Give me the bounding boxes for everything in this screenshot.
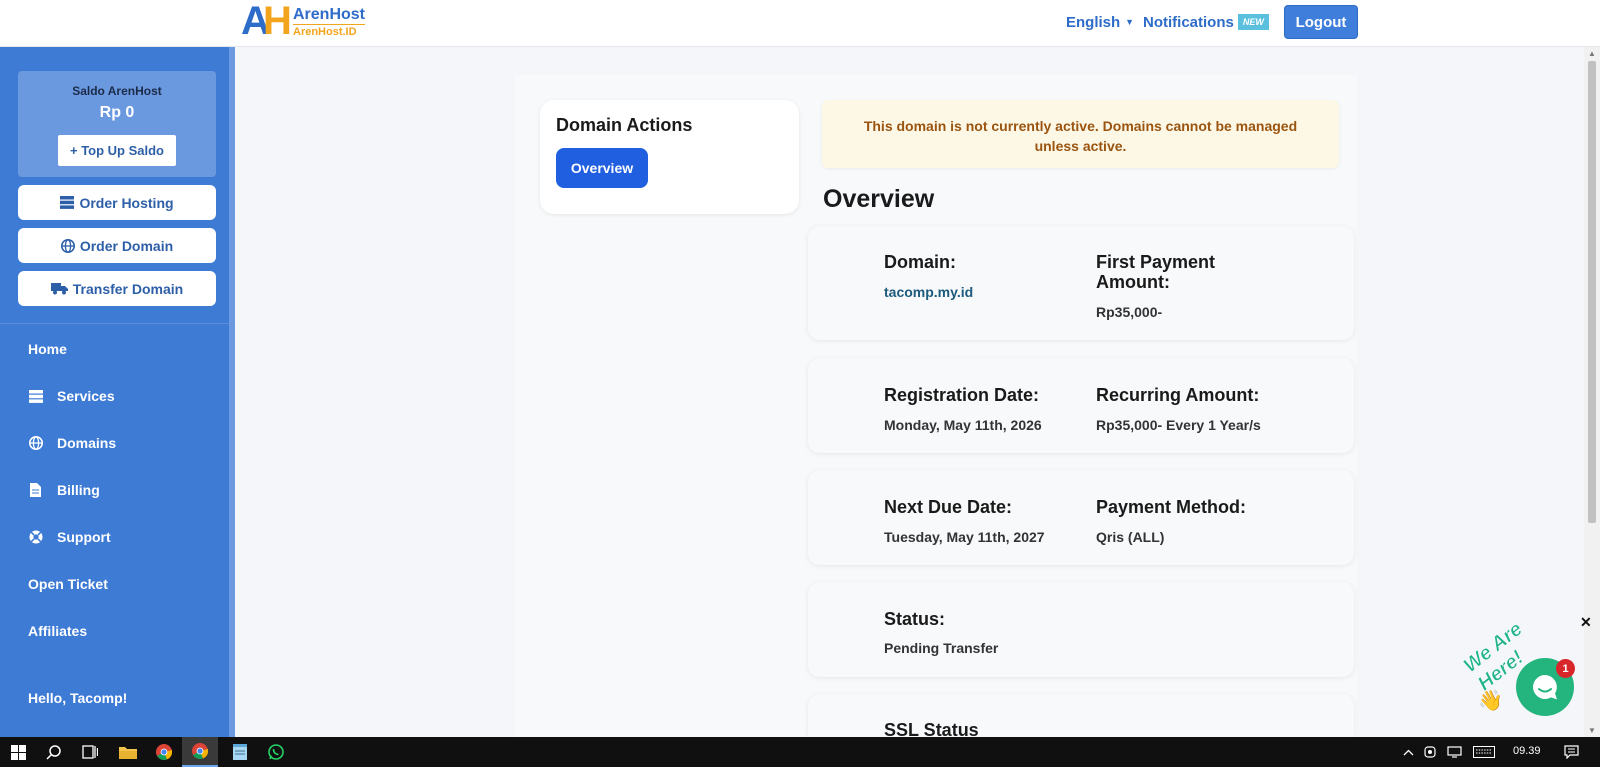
sidebar-item-affiliates[interactable]: Affiliates — [28, 623, 87, 639]
scroll-down-icon[interactable]: ▼ — [1588, 726, 1596, 735]
overview-card-domain: Domain: tacomp.my.id First Payment Amoun… — [808, 226, 1354, 340]
file-explorer-icon[interactable] — [110, 737, 146, 767]
invoice-icon — [28, 483, 43, 498]
sidebar-item-domains[interactable]: Domains — [28, 435, 116, 451]
domain-label: Domain: — [884, 252, 956, 272]
status-label: Status: — [884, 609, 946, 629]
sidebar-item-open-ticket[interactable]: Open Ticket — [28, 576, 108, 592]
chat-bubble-icon — [1533, 675, 1557, 700]
recurring-amount-value: Rp35,000- Every 1 Year/s — [1096, 417, 1261, 433]
chat-unread-badge: 1 — [1556, 659, 1575, 678]
sidebar-item-home[interactable]: Home — [28, 341, 67, 357]
windows-start-icon[interactable] — [0, 737, 36, 767]
sidebar-item-label: Billing — [57, 482, 100, 498]
sidebar-item-label: Home — [28, 341, 67, 357]
logo-mark: AH — [241, 0, 292, 43]
status-value: Pending Transfer — [884, 640, 999, 656]
globe-icon — [60, 238, 75, 253]
keyboard-icon[interactable] — [1469, 737, 1499, 767]
chat-close-icon[interactable]: ✕ — [1580, 614, 1592, 631]
overview-heading: Overview — [823, 185, 935, 213]
clock-time[interactable]: 09.39 — [1513, 745, 1541, 757]
next-due-date-label: Next Due Date: — [884, 497, 1013, 517]
chrome-active-icon[interactable] — [182, 737, 218, 767]
waving-hand-icon: 👋 — [1478, 690, 1503, 712]
payment-method-label: Payment Method: — [1096, 497, 1247, 517]
new-badge: NEW — [1237, 14, 1269, 30]
whatsapp-icon[interactable] — [258, 737, 294, 767]
chevron-down-icon: ▼ — [1125, 17, 1135, 27]
registration-date-label: Registration Date: — [884, 385, 1040, 405]
logout-button[interactable]: Logout — [1284, 5, 1358, 39]
tray-chevron-up-icon[interactable] — [1398, 737, 1418, 767]
sidebar-item-services[interactable]: Services — [28, 388, 115, 404]
notifications-link[interactable]: Notifications NEW — [1143, 0, 1269, 44]
overview-button[interactable]: Overview — [556, 148, 648, 188]
scrollbar-thumb[interactable] — [1588, 61, 1596, 523]
task-view-icon[interactable] — [72, 737, 108, 767]
globe-icon — [28, 436, 43, 451]
meet-now-icon[interactable] — [1420, 737, 1440, 767]
server-icon — [60, 196, 75, 209]
sidebar-greeting[interactable]: Hello, Tacomp! — [28, 690, 127, 706]
top-header: AH ArenHost ArenHost.ID English ▼ Notifi… — [0, 0, 1600, 47]
next-due-date-value: Tuesday, May 11th, 2027 — [884, 529, 1045, 545]
transfer-domain-button[interactable]: Transfer Domain — [18, 271, 216, 306]
sidebar-item-billing[interactable]: Billing — [28, 482, 100, 498]
registration-date-value: Monday, May 11th, 2026 — [884, 417, 1042, 433]
sidebar-item-label: Open Ticket — [28, 576, 108, 592]
top-up-saldo-button[interactable]: + Top Up Saldo — [58, 135, 176, 166]
sidebar-item-label: Affiliates — [28, 623, 88, 639]
overview-card-due-date: Next Due Date: Tuesday, May 11th, 2027 P… — [808, 470, 1354, 565]
order-domain-label: Order Domain — [79, 237, 174, 254]
greeting-label: Hello, Tacomp! — [28, 690, 128, 706]
language-label: English — [1066, 13, 1121, 31]
overview-card-registration: Registration Date: Monday, May 11th, 202… — [808, 358, 1354, 453]
sidebar-item-label: Domains — [57, 435, 117, 451]
sidebar-item-label: Services — [57, 388, 115, 404]
server-icon — [28, 389, 43, 404]
logo-main-text: ArenHost — [293, 5, 366, 23]
truck-icon — [50, 283, 68, 295]
page-scrollbar[interactable]: ▲ ▼ — [1584, 47, 1600, 737]
transfer-domain-label: Transfer Domain — [72, 280, 184, 297]
order-hosting-label: Order Hosting — [79, 194, 174, 211]
scroll-up-icon[interactable]: ▲ — [1588, 49, 1596, 58]
sidebar: Saldo ArenHost Rp 0 + Top Up Saldo Order… — [0, 47, 235, 737]
notepad-icon[interactable] — [222, 737, 258, 767]
saldo-title: Saldo ArenHost — [72, 84, 162, 98]
saldo-panel: Saldo ArenHost Rp 0 + Top Up Saldo — [18, 71, 216, 177]
order-hosting-button[interactable]: Order Hosting — [18, 185, 216, 220]
search-icon[interactable] — [36, 737, 72, 767]
sidebar-divider — [0, 323, 229, 324]
domain-actions-title: Domain Actions — [556, 115, 693, 135]
os-taskbar: 09.39 — [0, 737, 1600, 767]
order-domain-button[interactable]: Order Domain — [18, 228, 216, 263]
overview-card-status: Status: Pending Transfer — [808, 582, 1354, 677]
arenhost-logo[interactable]: AH ArenHost ArenHost.ID — [241, 0, 366, 43]
language-dropdown[interactable]: English ▼ — [1066, 0, 1134, 44]
payment-method-value: Qris (ALL) — [1096, 529, 1165, 545]
notifications-label: Notifications — [1143, 13, 1234, 31]
first-payment-label: First Payment Amount: — [1096, 252, 1216, 292]
chrome-icon[interactable] — [146, 737, 182, 767]
lifebuoy-icon — [28, 530, 43, 545]
domain-actions-card: Domain Actions Overview — [540, 100, 799, 214]
sidebar-item-support[interactable]: Support — [28, 529, 111, 545]
first-payment-value: Rp35,000- — [1096, 304, 1163, 320]
domain-value[interactable]: tacomp.my.id — [884, 284, 973, 300]
network-icon[interactable] — [1443, 737, 1465, 767]
logo-sub-text: ArenHost.ID — [293, 23, 366, 38]
sidebar-item-label: Support — [57, 529, 111, 545]
overview-card-ssl: SSL Status — [808, 694, 1354, 740]
recurring-amount-label: Recurring Amount: — [1096, 385, 1260, 405]
action-center-icon[interactable] — [1556, 737, 1586, 767]
saldo-value: Rp 0 — [99, 104, 135, 121]
inactive-domain-alert: This domain is not currently active. Dom… — [822, 100, 1339, 168]
